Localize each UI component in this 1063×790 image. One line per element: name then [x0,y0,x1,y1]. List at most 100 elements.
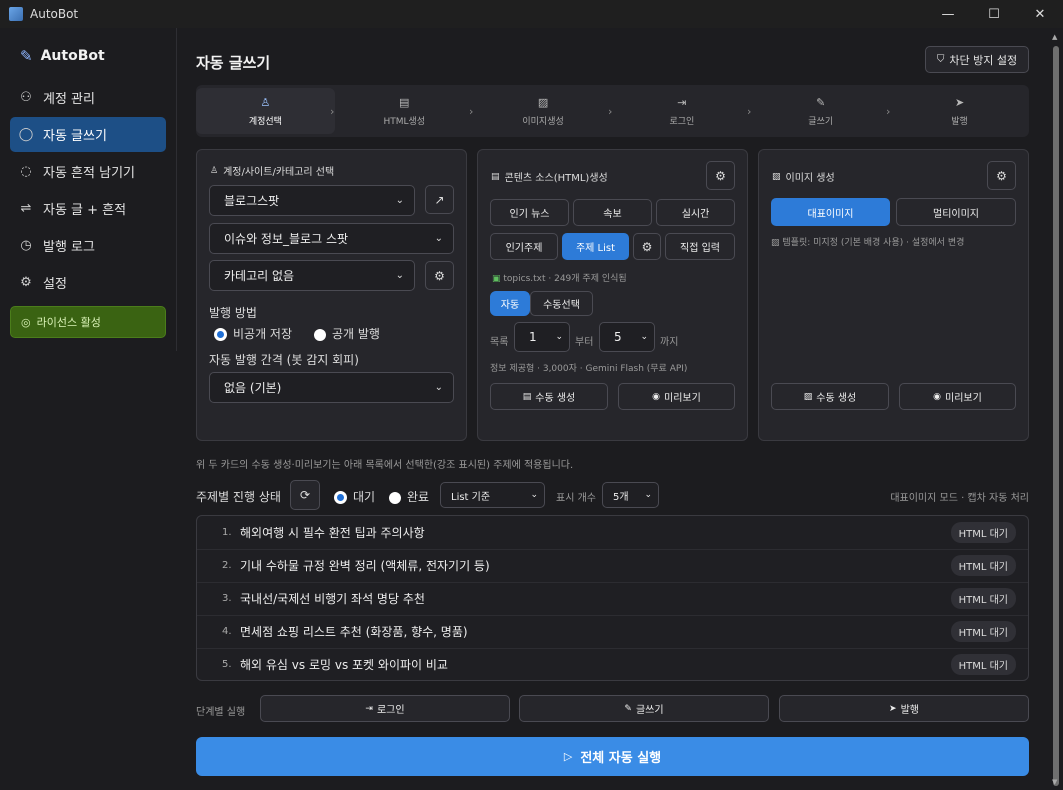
breaking-news-button[interactable]: 속보 [573,199,652,226]
site-select[interactable]: 이슈와 정보_블로그 스팟 ⌄ [209,223,454,254]
display-count-select[interactable]: 5개 ⌄ [602,482,659,508]
manual-select-toggle[interactable]: 수동선택 [530,291,593,316]
waiting-label: 대기 [353,490,376,504]
open-external-button[interactable]: ↗ [425,185,454,214]
refresh-button[interactable]: ⟳ [290,480,320,510]
scrollbar-thumb[interactable] [1053,46,1059,786]
main-image-toggle[interactable]: 대표이미지 [771,198,890,226]
list-to-select[interactable]: 5 ⌄ [599,322,655,352]
list-item[interactable]: 3. 국내선/국제선 비행기 좌석 명당 추천 HTML 대기 [197,582,1028,615]
content-settings-button[interactable]: ⚙ [706,161,735,190]
public-radio[interactable]: 공개 발행 [314,325,380,342]
account-select[interactable]: 블로그스팟 ⌄ [209,185,415,216]
run-all-label: 전체 자동 실행 [580,751,662,766]
step-write-button[interactable]: ✎ 글쓰기 [519,695,769,722]
image-preview-button[interactable]: ◉ 미리보기 [899,383,1016,410]
topic-list-settings-button[interactable]: ⚙ [633,233,661,260]
list-item[interactable]: 5. 해외 유심 vs 로밍 vs 포켓 와이파이 비교 HTML 대기 [197,648,1028,681]
popular-topic-button[interactable]: 인기주제 [490,233,558,260]
edit-icon: ✎ [624,703,632,714]
sidebar-item-auto-trace[interactable]: ◌ 자동 흔적 남기기 [10,154,166,189]
waiting-radio[interactable]: 대기 [334,488,375,505]
license-badge[interactable]: ◎ 라이선스 활성 [10,306,166,338]
image-card: ▨ 이미지 생성 ⚙ 대표이미지 멀티이미지 ▨ 템플릿: 미지정 (기본 배경 … [758,149,1029,441]
step-login-button[interactable]: ⇥ 로그인 [260,695,510,722]
scrollbar[interactable]: ▲ ▼ [1049,28,1063,790]
realtime-button[interactable]: 실시간 [656,199,735,226]
chevron-down-icon: ⌄ [395,270,404,281]
manual-generate-button[interactable]: ▤ 수동 생성 [490,383,608,410]
list-from-select[interactable]: 1 ⌄ [514,322,570,352]
external-link-icon: ↗ [434,192,445,207]
image-preview-label: 미리보기 [945,393,982,404]
chevron-right-icon: › [469,105,474,118]
interval-value: 없음 (기본) [224,381,282,395]
image-icon: ▨ [537,95,549,109]
user-icon: ♙ [210,165,219,176]
list-item-number: 2. [222,560,232,571]
image-manual-generate-button[interactable]: ▨ 수동 생성 [771,383,889,410]
step-publish-button[interactable]: ➤ 발행 [779,695,1029,722]
publish-method-label: 발행 방법 [209,306,257,320]
scroll-down-icon[interactable]: ▼ [1052,778,1057,786]
template-info-text: 템플릿: 미지정 (기본 배경 사용) · 설정에서 변경 [782,238,965,248]
auto-toggle[interactable]: 자동 [490,291,530,316]
content-card-title-text: 콘텐츠 소스(HTML)생성 [504,173,608,184]
step-image-gen[interactable]: ▨ 이미지생성 [474,85,613,137]
content-card-title: ▤ 콘텐츠 소스(HTML)생성 [491,169,608,185]
list-item-number: 1. [222,527,232,538]
topic-list-button[interactable]: 주제 List [562,233,629,260]
list-item[interactable]: 1. 해외여행 시 필수 환전 팁과 주의사항 HTML 대기 [197,516,1028,549]
sidebar-item-write-trace[interactable]: ⇌ 자동 글 + 흔적 [10,191,166,226]
step-account-select[interactable]: ♙ 계정선택 [196,88,335,134]
chevron-down-icon: ⌄ [644,490,652,500]
category-settings-button[interactable]: ⚙ [425,261,454,290]
file-info: ▣ topics.txt · 249개 주제 인식됨 [492,271,627,284]
chat-icon: ◯ [18,127,34,142]
maximize-button[interactable]: ☐ [971,0,1017,28]
scroll-up-icon[interactable]: ▲ [1052,33,1057,41]
list-item[interactable]: 2. 기내 수하물 규정 완벽 정리 (액체류, 전자기기 등) HTML 대기 [197,549,1028,582]
sidebar-divider [176,28,177,351]
step-html-gen[interactable]: ▤ HTML생성 [335,85,474,137]
sidebar-item-auto-write[interactable]: ◯ 자동 글쓰기 [10,117,166,152]
block-prevention-button[interactable]: ⛉ 차단 방지 설정 [925,46,1029,73]
multi-image-toggle[interactable]: 멀티이미지 [896,198,1016,226]
flow-icon: ⇌ [20,201,32,216]
private-radio[interactable]: 비공개 저장 [214,325,292,342]
step-login[interactable]: ⇥ 로그인 [612,85,751,137]
run-all-button[interactable]: ▷ 전체 자동 실행 [196,737,1029,776]
step-publish[interactable]: ➤ 발행 [890,85,1029,137]
step-write[interactable]: ✎ 글쓰기 [751,85,890,137]
sidebar-item-settings[interactable]: ⚙ 설정 [10,265,166,300]
list-item[interactable]: 4. 면세점 쇼핑 리스트 추천 (화장품, 향수, 명품) HTML 대기 [197,615,1028,648]
list-from-value: 1 [529,330,537,344]
image-card-title: ▨ 이미지 생성 [772,169,835,185]
chevron-down-icon: ⌄ [434,382,443,393]
image-settings-button[interactable]: ⚙ [987,161,1016,190]
done-label: 완료 [407,490,430,504]
direct-input-button[interactable]: 직접 입력 [665,233,735,260]
display-count-label: 표시 개수 [556,493,596,504]
gear-icon: ⚙ [20,275,32,290]
list-basis-select[interactable]: List 기준 ⌄ [440,482,545,508]
close-button[interactable]: ✕ [1017,0,1063,28]
list-item-text: 해외여행 시 필수 환전 팁과 주의사항 [240,526,425,540]
preview-button[interactable]: ◉ 미리보기 [618,383,735,410]
account-card-title-text: 계정/사이트/카테고리 선택 [223,167,335,178]
site-value: 이슈와 정보_블로그 스팟 [224,232,349,246]
eye-icon: ◉ [652,391,661,402]
sidebar-item-label: 설정 [43,277,67,292]
done-radio[interactable]: 완료 [389,488,429,505]
category-select[interactable]: 카테고리 없음 ⌄ [209,260,415,291]
sidebar-item-label: 발행 로그 [43,240,95,255]
minimize-button[interactable]: — [925,0,971,28]
sidebar-item-publish-log[interactable]: ◷ 발행 로그 [10,228,166,263]
status-badge: HTML 대기 [950,621,1016,642]
popular-news-button[interactable]: 인기 뉴스 [490,199,569,226]
radio-checked-icon [214,328,227,341]
interval-select[interactable]: 없음 (기본) ⌄ [209,372,454,403]
sidebar-item-label: 자동 글쓰기 [43,129,107,144]
step-publish-label: 발행 [900,705,919,716]
sidebar-item-accounts[interactable]: ⚇ 계정 관리 [10,80,166,115]
